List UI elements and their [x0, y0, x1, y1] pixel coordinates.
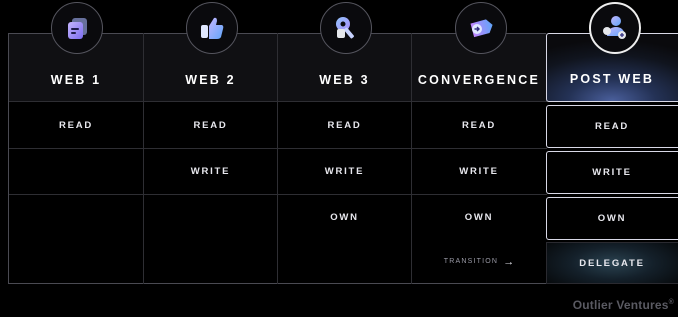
- cell-web3-write: WRITE: [324, 166, 365, 177]
- brand-logo: Outlier Ventures®: [572, 298, 674, 312]
- column-postweb: POST WEB READ WRITE OWN DELEGATE: [546, 33, 678, 284]
- cell-postweb-write: WRITE: [592, 167, 632, 178]
- cell-postweb-read: READ: [594, 121, 630, 132]
- cell-postweb-own: OWN: [597, 213, 627, 224]
- thumbs-up-icon: [186, 2, 238, 54]
- registered-mark: ®: [668, 299, 674, 306]
- column-convergence: CONVERGENCE READ WRITE OWN TRANSITION →: [411, 33, 546, 284]
- arrow-card-icon: [455, 2, 507, 54]
- cell-convergence-own: OWN: [464, 211, 494, 223]
- cell-convergence-read: READ: [461, 119, 497, 131]
- column-web2: WEB 2 READ WRITE: [143, 33, 277, 284]
- column-web3: WEB 3 READ WRITE OWN: [277, 33, 411, 284]
- cell-convergence-transition: TRANSITION →: [443, 255, 515, 268]
- column-web1: WEB 1 READ: [8, 33, 143, 284]
- cell-web3-own: OWN: [330, 211, 359, 223]
- cell-web2-read: READ: [193, 119, 228, 131]
- user-network-icon: [589, 2, 641, 54]
- cell-web3-read: READ: [327, 119, 362, 131]
- arrow-right-icon: →: [503, 255, 515, 268]
- cell-postweb-delegate: DELEGATE: [579, 257, 645, 269]
- cell-convergence-write: WRITE: [459, 166, 499, 177]
- cell-web1-read: READ: [58, 119, 94, 131]
- cell-web2-write: WRITE: [190, 166, 231, 177]
- key-icon: [320, 2, 372, 54]
- evolution-table: WEB 1 READ WEB 2 READ WRITE WEB 3 READ W…: [8, 33, 678, 284]
- document-icon: [51, 2, 103, 54]
